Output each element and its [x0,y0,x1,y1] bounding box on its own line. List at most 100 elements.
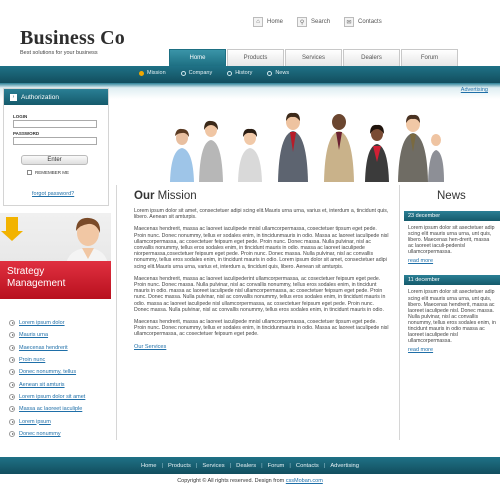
advertising-link[interactable]: Advertising [461,87,488,93]
left-link-label: Proin nunc [19,357,46,364]
left-link[interactable]: Lorem ipsum [9,415,85,427]
strategy-banner[interactable]: Strategy Management [0,213,111,299]
footer-link-home[interactable]: Home [141,463,156,469]
footer-nav: Home | Products | Services | Dealers | Forum… [141,462,359,469]
news-text: Lorem ipsum dolor sit asectetuer adip sc… [408,225,495,256]
paragraph: Maecenas hendrerit, massa ac laoreet iac… [134,319,389,338]
tab-forum[interactable]: Forum [401,49,458,66]
subnav: Mission Company History News [139,70,304,76]
top-link-contacts[interactable]: ✉ Contacts [344,17,382,27]
main-tabs: Home Products Services Dealers Forum [169,49,459,66]
left-link[interactable]: Donec nonummy, tellus [9,366,85,378]
footer-link-contacts[interactable]: Contacts [296,463,319,469]
copyright: Copyright © All rights reserved. Design … [0,478,500,484]
column-divider [116,185,117,440]
left-link[interactable]: Proin nunc [9,354,85,366]
footer-link-dealers[interactable]: Dealers [236,463,256,469]
read-more-link[interactable]: read more [404,347,500,353]
subnav-label: History [235,70,253,76]
left-link-label: Donec nonummy, tellus [19,369,77,376]
bullet-icon [139,70,144,76]
banner-line-1: Strategy [7,266,45,277]
left-link-label: Lorem ipsum [19,418,51,425]
read-more-link[interactable]: read more [404,258,500,264]
left-link[interactable]: Maecenas hendrerit [9,342,85,354]
left-link[interactable]: Massa ac laoreet iaculiple [9,403,85,415]
banner-text: Strategy Management [7,266,65,290]
subnav-label: Mission [147,70,166,76]
login-field[interactable] [13,120,97,128]
footer-link-services[interactable]: Services [202,463,224,469]
left-link[interactable]: Lorem ipsum dolor sit amet [9,391,85,403]
subnav-item-news[interactable]: News [267,70,289,76]
password-label: PASSWORD [13,131,40,136]
left-link-label: Mauris urna [19,332,49,339]
subnav-label: News [275,70,290,76]
remember-checkbox[interactable] [27,170,32,175]
arrow-bullet-icon [9,357,15,364]
left-link-label: Donec nonummy [19,430,61,437]
left-link[interactable]: Donec nonummy [9,428,85,440]
login-panel: › Authorization [3,88,109,206]
footer-nav-bar: Home | Products | Services | Dealers | Forum… [0,457,500,474]
footer-link-advertising[interactable]: Advertising [330,463,359,469]
our-services-link[interactable]: Our Services [134,344,389,350]
login-label: LOGIN [13,114,28,119]
subnav-label: Company [188,70,213,76]
subnav-item-company[interactable]: Company [180,70,213,76]
enter-button[interactable]: Enter [21,155,88,165]
page-title: Our Mission [134,190,389,202]
bullet-icon [180,70,186,76]
subnav-item-mission[interactable]: Mission [139,70,166,76]
remember-label: REMEMBER ME [35,170,70,175]
login-header: › Authorization [4,89,108,105]
logo-title: Business Co [20,27,126,49]
arrow-bullet-icon [9,320,15,327]
designer-link[interactable]: cssMoban.com [286,478,323,484]
left-link[interactable]: Mauris urna [9,329,85,341]
tab-products[interactable]: Products [227,49,284,66]
arrow-bullet-icon [9,430,15,437]
password-field[interactable] [13,137,97,145]
chevron-right-icon: › [10,93,17,101]
left-link[interactable]: Aenean sit amturis [9,378,85,390]
mail-icon: ✉ [344,17,355,27]
left-link-list: Lorem ipsum dolor Mauris urna Maecenas h… [9,317,85,440]
team-photo [170,112,444,182]
arrow-bullet-icon [9,393,15,400]
arrow-bullet-icon [9,381,15,388]
arrow-bullet-icon [9,406,15,413]
bullet-icon [227,70,233,76]
left-link-label: Aenean sit amturis [19,381,65,388]
tab-home[interactable]: Home [169,49,226,66]
top-link-home[interactable]: ⌂ Home [253,17,283,27]
copyright-text: Copyright © All rights reserved. Design … [177,478,285,484]
forgot-password-link[interactable]: forgot password? [32,191,74,197]
left-link-label: Massa ac laoreet iaculiple [19,406,83,413]
subnav-item-history[interactable]: History [227,70,252,76]
top-links: ⌂ Home ⚲ Search ✉ Contacts [253,17,396,27]
footer-link-forum[interactable]: Forum [268,463,285,469]
top-link-label: Contacts [358,19,382,25]
logo[interactable]: Business Co Best solutions for your busi… [20,28,125,56]
left-link-label: Lorem ipsum dolor [19,320,65,327]
logo-tagline: Best solutions for your business [20,50,98,56]
bullet-icon [267,70,273,76]
banner-line-2: Management [7,278,66,289]
left-link-label: Lorem ipsum dolor sit amet [19,393,86,400]
tab-services[interactable]: Services [285,49,342,66]
footer-link-products[interactable]: Products [168,463,191,469]
paragraph: Maecenas hendrerit, massa ac laoreet iac… [134,226,389,270]
paragraph: Maecenas hendrerit, massa ac laoreet iac… [134,275,386,313]
news-title: News [437,190,466,202]
left-link-label: Maecenas hendrerit [19,344,68,351]
arrow-bullet-icon [9,344,15,351]
top-link-label: Search [311,19,331,25]
remember-me[interactable]: REMEMBER ME [27,170,69,175]
login-heading: Authorization [21,93,59,101]
left-link[interactable]: Lorem ipsum dolor [9,317,85,329]
top-link-search[interactable]: ⚲ Search [297,17,330,27]
businesswoman-image [66,217,108,265]
news-date: 23 december [404,211,500,221]
tab-dealers[interactable]: Dealers [343,49,400,66]
